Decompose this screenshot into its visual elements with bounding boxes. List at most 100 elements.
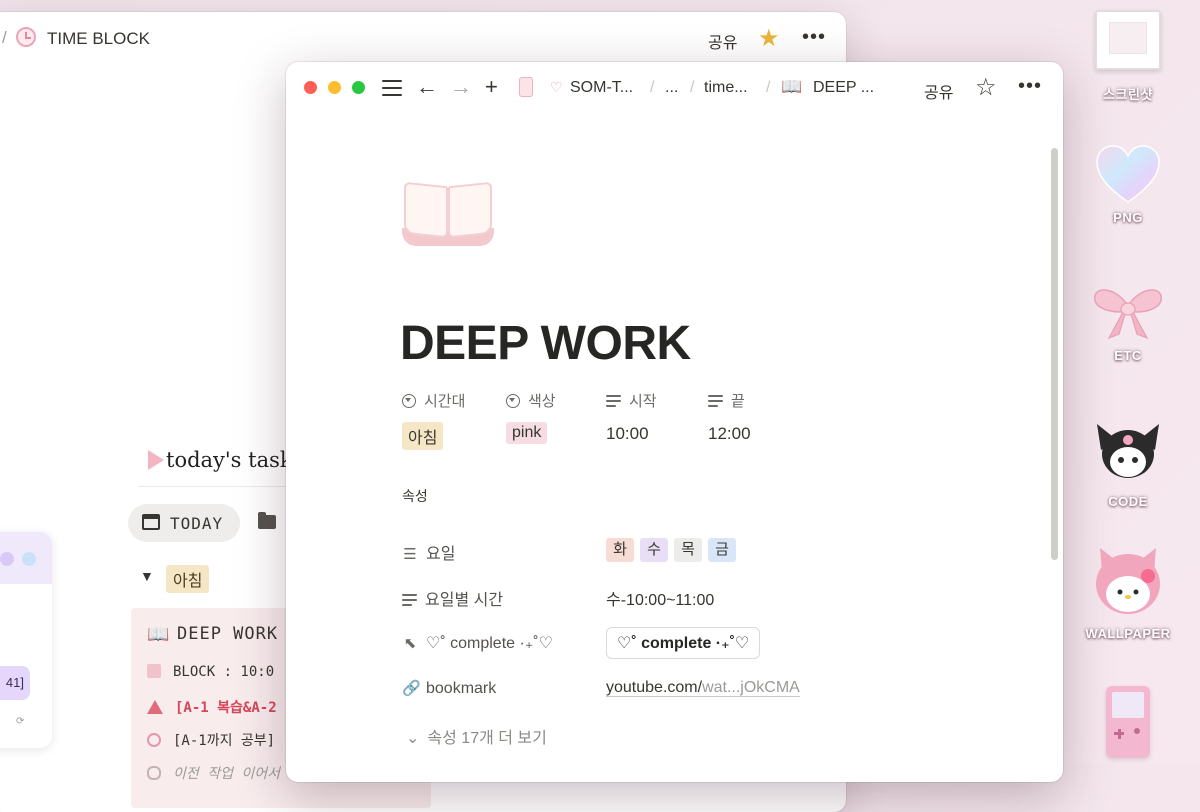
property-label-bookmark[interactable]: 🔗 bookmark bbox=[402, 679, 496, 698]
desktop-folder-screenshot[interactable]: 스크린샷 bbox=[1078, 10, 1178, 103]
property-header-end[interactable]: 끝 bbox=[708, 390, 745, 411]
property-value-time-slot[interactable]: 아침 bbox=[402, 422, 444, 450]
refresh-icon bbox=[147, 733, 161, 747]
desktop-gameboy[interactable] bbox=[1078, 686, 1178, 758]
desktop-icon-label: PNG bbox=[1113, 210, 1143, 225]
tag-wednesday: 수 bbox=[640, 538, 668, 562]
desktop-icon-label: WALLPAPER bbox=[1085, 626, 1171, 641]
breadcrumb-separator: / bbox=[766, 79, 771, 96]
tag-tuesday: 화 bbox=[606, 538, 634, 562]
mini-widget[interactable]: 41] ⟳ bbox=[0, 532, 52, 748]
tag-thursday: 목 bbox=[674, 538, 702, 562]
forward-arrow-icon[interactable]: → bbox=[450, 75, 472, 99]
breadcrumb-deep-work[interactable]: DEEP ... bbox=[813, 79, 874, 97]
dot-icon bbox=[0, 552, 14, 566]
clock-icon bbox=[16, 27, 36, 47]
folder-icon[interactable] bbox=[258, 512, 276, 529]
new-page-plus-icon[interactable]: + bbox=[485, 75, 498, 99]
property-value-daily-time[interactable]: 수-10:00~11:00 bbox=[606, 586, 714, 610]
card-line: 이전 작업 이어서 bbox=[147, 763, 280, 783]
kuromi-icon bbox=[1095, 420, 1161, 484]
today-label: TODAY bbox=[170, 514, 224, 533]
page-title[interactable]: DEEP WORK bbox=[400, 316, 691, 371]
desktop-icon-label: ETC bbox=[1114, 348, 1142, 363]
breadcrumb-time[interactable]: time... bbox=[704, 79, 748, 97]
collapse-toggle-icon[interactable]: ▼ bbox=[140, 568, 154, 584]
more-options-button[interactable]: ••• bbox=[802, 26, 826, 49]
more-options-button[interactable]: ••• bbox=[1018, 75, 1042, 98]
milk-carton-icon bbox=[519, 77, 533, 97]
desktop-folder-png[interactable]: PNG bbox=[1078, 144, 1178, 225]
property-value-weekday[interactable]: 화수목금 bbox=[606, 538, 742, 562]
heart-icon: ♡ bbox=[550, 79, 563, 95]
breadcrumb-som[interactable]: SOM-T... bbox=[570, 79, 633, 97]
heart-icon bbox=[1095, 144, 1161, 204]
tag-pink: pink bbox=[506, 422, 548, 444]
show-more-properties-button[interactable]: ⌄ 속성 17개 더 보기 bbox=[406, 724, 547, 748]
property-label-daily-time[interactable]: 요일별 시간 bbox=[402, 586, 503, 610]
zoom-window-button[interactable] bbox=[352, 81, 365, 94]
property-label-complete[interactable]: ⬉ ♡˚ complete ·₊˚♡ bbox=[402, 633, 553, 653]
bow-icon bbox=[1091, 282, 1165, 342]
property-value-complete[interactable]: ♡˚ complete ·₊˚♡ bbox=[606, 627, 761, 659]
complete-button[interactable]: ♡˚ complete ·₊˚♡ bbox=[606, 627, 761, 659]
back-arrow-icon[interactable]: ← bbox=[416, 75, 438, 99]
deep-work-page-window[interactable]: ← → + ♡ SOM-T... / ... / time... / 📖 DEE… bbox=[286, 62, 1063, 782]
sync-icon: ⟳ bbox=[16, 716, 25, 727]
minimize-window-button[interactable] bbox=[328, 81, 341, 94]
property-header-color[interactable]: 색상 bbox=[506, 390, 556, 411]
gameboy-icon bbox=[1106, 686, 1150, 758]
link-icon: 🔗 bbox=[402, 680, 421, 697]
favorite-star-icon[interactable]: ☆ bbox=[975, 73, 997, 102]
share-button[interactable]: 공유 bbox=[708, 29, 737, 53]
desktop-folder-wallpaper[interactable]: WALLPAPER bbox=[1078, 546, 1178, 641]
card-line: BLOCK : 10:0 bbox=[147, 664, 274, 680]
card-line: [A-1까지 공부] bbox=[147, 730, 275, 750]
book-icon: 📖 bbox=[147, 624, 170, 644]
hello-kitty-icon bbox=[1092, 546, 1164, 622]
properties-section-label: 속성 bbox=[402, 488, 428, 504]
link-icon bbox=[147, 766, 161, 780]
card-line: [A-1 복습&A-2 bbox=[147, 697, 277, 717]
text-icon bbox=[708, 395, 723, 407]
select-icon bbox=[506, 394, 520, 408]
desktop-icon-label: CODE bbox=[1108, 494, 1148, 509]
dot-icon bbox=[22, 552, 36, 566]
page-icon-book[interactable] bbox=[402, 181, 494, 248]
text-icon bbox=[402, 594, 417, 606]
tag-friday: 금 bbox=[708, 538, 736, 562]
property-header-start[interactable]: 시작 bbox=[606, 390, 657, 411]
list-icon: ☰ bbox=[403, 546, 417, 563]
back-window-topbar: / TIME BLOCK 공유 ★ ••• bbox=[0, 12, 846, 64]
property-value-start[interactable]: 10:00 bbox=[606, 424, 649, 444]
property-header-time-slot[interactable]: 시간대 bbox=[402, 390, 465, 411]
breadcrumb-separator: / bbox=[690, 79, 695, 96]
property-value-color[interactable]: pink bbox=[506, 422, 548, 444]
warning-icon bbox=[147, 700, 163, 714]
desktop-folder-code[interactable]: CODE bbox=[1078, 420, 1178, 509]
cursor-click-icon: ⬉ bbox=[403, 635, 417, 652]
calendar-icon bbox=[142, 514, 160, 530]
favorite-star-icon[interactable]: ★ bbox=[758, 24, 780, 53]
group-tag-morning: 아침 bbox=[166, 565, 210, 593]
property-value-end[interactable]: 12:00 bbox=[708, 424, 751, 444]
property-label-weekday[interactable]: ☰ 요일 bbox=[402, 540, 455, 564]
today-view-tab[interactable]: TODAY bbox=[128, 504, 240, 542]
screenshot-folder-icon bbox=[1095, 10, 1161, 70]
mini-widget-button[interactable]: 41] bbox=[0, 666, 30, 700]
desktop-folder-etc[interactable]: ETC bbox=[1078, 282, 1178, 363]
chevron-down-icon: ⌄ bbox=[406, 730, 420, 747]
breadcrumb-time-block[interactable]: TIME BLOCK bbox=[47, 29, 150, 49]
breadcrumb-separator: / bbox=[2, 28, 7, 47]
desktop-icon-label: 스크린샷 bbox=[1103, 87, 1153, 102]
bookmark-link[interactable]: youtube.com/wat...jOkCMA bbox=[606, 679, 800, 697]
play-triangle-icon bbox=[148, 450, 164, 470]
sidebar-menu-icon[interactable] bbox=[382, 80, 402, 96]
breadcrumb-ellipsis[interactable]: ... bbox=[665, 79, 678, 97]
scrollbar[interactable] bbox=[1051, 148, 1058, 560]
breadcrumb-separator: / bbox=[650, 79, 655, 96]
tag-morning: 아침 bbox=[402, 422, 444, 450]
share-button[interactable]: 공유 bbox=[924, 79, 953, 103]
select-icon bbox=[402, 394, 416, 408]
close-window-button[interactable] bbox=[304, 81, 317, 94]
